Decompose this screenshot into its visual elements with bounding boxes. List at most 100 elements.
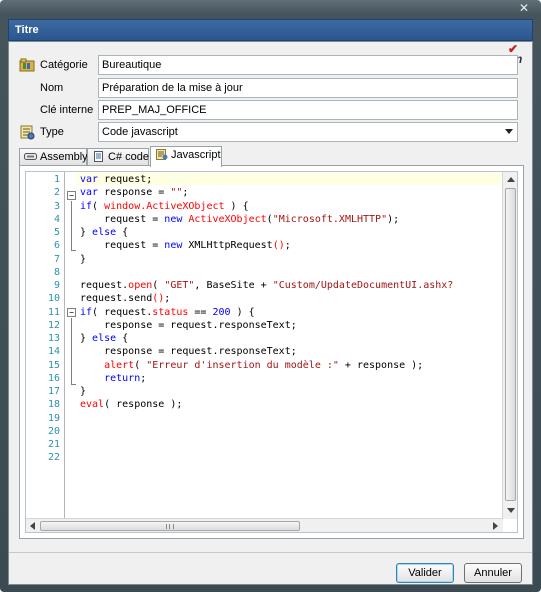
code-token: response = request.responseText; [80, 346, 297, 358]
script-type-icon [20, 125, 35, 140]
code-token: ; [182, 187, 189, 199]
code-token: else [92, 227, 117, 238]
fold-toggle-icon[interactable]: − [67, 308, 76, 317]
tab-csharp-label: C# code [108, 151, 149, 163]
code-line: if( window.ActiveXObject ) { [80, 200, 249, 213]
code-line: } else { [80, 332, 128, 345]
code-line: var response = ""; [80, 186, 188, 199]
code-token: new [164, 213, 189, 225]
code-line: response = request.responseText; [80, 345, 297, 358]
fold-toggle-icon[interactable]: − [67, 191, 76, 200]
type-label: Type [40, 126, 64, 138]
scroll-right-icon[interactable] [493, 522, 498, 530]
vertical-scroll-thumb[interactable] [505, 188, 516, 501]
code-token: + response ); [338, 359, 424, 371]
scroll-up-icon[interactable] [507, 177, 515, 182]
ok-button[interactable]: Valider [396, 563, 454, 583]
line-number: 15 [47, 359, 60, 371]
chevron-down-icon[interactable] [505, 129, 513, 134]
code-line: } [80, 385, 86, 398]
tab-assembly-label: Assembly [40, 151, 88, 163]
tab-assembly[interactable]: Assembly [19, 148, 88, 166]
horizontal-scrollbar[interactable] [26, 518, 503, 532]
code-token: "Microsoft.XMLHTTP" [272, 213, 388, 225]
code-token: ( [152, 280, 165, 291]
code-token: status [152, 306, 189, 318]
dialog-window: ✕ Titre ✔ avanteam Catégorie Bureautique… [0, 0, 541, 592]
tab-javascript[interactable]: Javascript [150, 146, 222, 167]
editor-tabs: Assembly C# code Javascript [19, 146, 524, 167]
line-number: 6 [53, 240, 60, 252]
code-token: } [80, 333, 93, 344]
code-line: request.send(); [80, 292, 170, 305]
line-number: 3 [53, 200, 60, 212]
code-token: request = [80, 240, 165, 252]
code-token: var [80, 187, 105, 199]
footer-separator [9, 552, 532, 553]
line-number: 4 [53, 213, 60, 225]
line-number: 10 [47, 293, 60, 305]
code-token: ( [92, 200, 105, 212]
code-token: 200 [212, 306, 231, 318]
cancel-button[interactable]: Annuler [464, 563, 522, 583]
code-line: request = new ActiveXObject("Microsoft.X… [80, 213, 399, 226]
gutter-separator [64, 172, 65, 519]
code-token: ) { [230, 306, 255, 318]
code-token: alert [104, 359, 135, 371]
code-token: request; [104, 174, 153, 185]
code-token: == [188, 306, 213, 318]
code-line: request.open( "GET", BaseSite + "Custom/… [80, 279, 453, 292]
code-token: ; [164, 293, 171, 305]
vertical-scrollbar[interactable] [502, 172, 517, 519]
csharp-file-icon [94, 151, 103, 162]
folder-category-icon [19, 58, 35, 72]
code-token: open [128, 280, 153, 291]
type-select[interactable]: Code javascript [98, 122, 518, 142]
line-number: 8 [53, 266, 60, 278]
code-token: else [92, 333, 117, 344]
code-token: , BaseSite + [194, 280, 273, 291]
horizontal-scroll-thumb[interactable] [40, 521, 300, 531]
category-field[interactable]: Bureautique [98, 55, 518, 75]
fold-guide-end [71, 250, 76, 251]
code-token: } [80, 253, 87, 265]
code-token: ; [284, 240, 291, 252]
code-token: "GET" [164, 280, 195, 291]
code-token: "Erreur d'insertion du modèle :" [146, 359, 339, 371]
code-token: new [164, 240, 189, 252]
line-number: 14 [47, 346, 60, 358]
code-token: () [152, 293, 165, 305]
category-label: Catégorie [40, 59, 88, 71]
code-line: request = new XMLHttpRequest(); [80, 239, 291, 252]
code-token: ) { [224, 200, 249, 212]
scroll-grip-icon [166, 524, 174, 529]
code-token: ); [387, 213, 400, 225]
code-token: ( [134, 359, 147, 371]
dialog-title-bar: Titre [8, 19, 533, 41]
code-token: request = [80, 213, 165, 225]
code-token: ( request. [92, 306, 153, 318]
fold-guide [71, 318, 72, 384]
line-number: 2 [53, 187, 60, 199]
code-token: { [116, 333, 129, 344]
code-token: window.ActiveXObject [104, 200, 225, 212]
code-line: response = request.responseText; [80, 319, 297, 332]
code-token: response = [104, 187, 171, 199]
code-token: var [80, 174, 105, 185]
line-number: 9 [53, 280, 60, 291]
code-line: if( request.status == 200 ) { [80, 306, 255, 319]
code-editor[interactable]: 1 2 3 4 5 6 7 8 9 10 11 12 13 14 15 16 17 18 19 20 21 22 var r… [25, 171, 518, 533]
dialog-title: Titre [15, 24, 39, 36]
code-token: return [104, 372, 141, 384]
code-line: alert( "Erreur d'insertion du modèle :" … [80, 359, 423, 372]
close-icon[interactable]: ✕ [517, 2, 531, 14]
internal-key-field[interactable]: PREP_MAJ_OFFICE [98, 100, 518, 120]
code-line: } else { [80, 226, 128, 239]
line-number: 17 [47, 386, 60, 397]
scroll-left-icon[interactable] [30, 522, 35, 530]
code-line: return; [80, 372, 146, 385]
scroll-down-icon[interactable] [507, 508, 515, 513]
name-field[interactable]: Préparation de la mise à jour [98, 78, 518, 98]
tab-csharp[interactable]: C# code [87, 148, 149, 166]
